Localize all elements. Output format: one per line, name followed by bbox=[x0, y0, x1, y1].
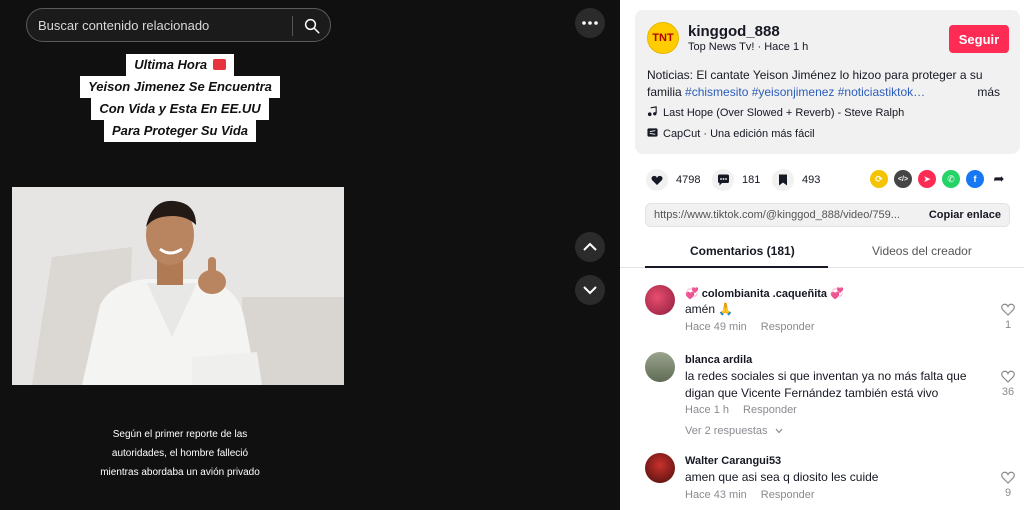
send-icon[interactable]: ➤ bbox=[918, 170, 936, 188]
repost-icon[interactable]: ⟳ bbox=[870, 170, 888, 188]
headline-line: Yeison Jimenez Se Encuentra bbox=[80, 76, 280, 98]
caption-line: Según el primer reporte de las bbox=[112, 429, 248, 440]
search-input[interactable]: Buscar contenido relacionado bbox=[38, 18, 209, 33]
comment-author[interactable]: Walter Carangui53 bbox=[685, 455, 781, 467]
reply-button[interactable]: Responder bbox=[761, 321, 815, 333]
comment-text: amén 🙏 bbox=[685, 302, 734, 316]
video-pane: Buscar contenido relacionado Ultima Hora… bbox=[0, 0, 620, 510]
heart-outline-icon bbox=[1001, 370, 1015, 383]
heart-outline-icon bbox=[1001, 471, 1015, 484]
headline-line: Para Proteger Su Vida bbox=[103, 120, 257, 142]
comment-like-button[interactable]: 36 bbox=[996, 370, 1020, 398]
bookmark-icon bbox=[772, 169, 794, 191]
details-panel: TNT kinggod_888 Top News Tv! · Hace 1 h … bbox=[620, 0, 1024, 510]
comment-time: Hace 1 h bbox=[685, 404, 730, 416]
heart-icon bbox=[646, 169, 668, 191]
breaking-news-icon bbox=[212, 59, 226, 70]
comment-like-button[interactable]: 9 bbox=[996, 471, 1020, 499]
chevron-down-icon bbox=[775, 428, 783, 434]
video-link-box: https://www.tiktok.com/@kinggod_888/vide… bbox=[645, 203, 1010, 227]
save-button[interactable]: 493 bbox=[772, 168, 820, 192]
music-title: Last Hope (Over Slowed + Reverb) - Steve… bbox=[663, 107, 905, 119]
comment-button[interactable]: 181 bbox=[712, 168, 760, 192]
chevron-down-icon bbox=[583, 286, 597, 295]
search-icon[interactable] bbox=[303, 17, 321, 35]
view-replies-label: Ver 2 respuestas bbox=[685, 425, 768, 437]
view-replies-button[interactable]: Ver 2 respuestas bbox=[685, 425, 783, 437]
headline-line: Ultima Hora bbox=[126, 54, 234, 76]
facebook-icon[interactable]: f bbox=[966, 170, 984, 188]
comment-meta: Hace 1 h Responder bbox=[685, 404, 811, 416]
ellipsis-icon bbox=[582, 21, 598, 25]
author-subtitle: Top News Tv! · Hace 1 h bbox=[688, 41, 809, 53]
reply-button[interactable]: Responder bbox=[761, 489, 815, 501]
hashtags[interactable]: #chismesito #yeisonjimenez #noticiastikt… bbox=[685, 85, 925, 99]
video-caption: Según el primer reporte de las autoridad… bbox=[80, 425, 280, 482]
comment-text: amen que asi sea q diosito les cuide bbox=[685, 470, 879, 484]
tab-comments[interactable]: Comentarios (181) bbox=[690, 244, 795, 258]
chevron-up-icon bbox=[583, 242, 597, 251]
video-player[interactable]: Ultima Hora Yeison Jimenez Se Encuentra … bbox=[0, 50, 360, 510]
comment-item: blanca ardila la redes sociales si que i… bbox=[645, 352, 1020, 442]
comment-meta: Hace 43 min Responder bbox=[685, 489, 829, 501]
caption-line: mientras abordaba un avión privado bbox=[100, 467, 260, 478]
copy-link-button[interactable]: Copiar enlace bbox=[929, 209, 1001, 221]
comment-item: 💞 colombianita .caqueñita 💞 amén 🙏 Hace … bbox=[645, 285, 1020, 340]
caption-line: autoridades, el hombre falleció bbox=[111, 448, 249, 459]
capcut-text: CapCut · Una edición más fácil bbox=[663, 128, 815, 140]
capcut-icon bbox=[647, 128, 658, 137]
more-options-button[interactable] bbox=[575, 8, 605, 38]
comment-time: Hace 43 min bbox=[685, 489, 747, 501]
music-link[interactable]: Last Hope (Over Slowed + Reverb) - Steve… bbox=[647, 106, 904, 119]
video-info-card: TNT kinggod_888 Top News Tv! · Hace 1 h … bbox=[635, 10, 1020, 154]
comment-item: Walter Carangui53 amen que asi sea q dio… bbox=[645, 453, 1020, 508]
search-box[interactable]: Buscar contenido relacionado bbox=[26, 8, 331, 42]
avatar[interactable] bbox=[645, 453, 675, 483]
comment-author[interactable]: 💞 colombianita .caqueñita 💞 bbox=[685, 287, 844, 300]
video-description: Noticias: El cantate Yeison Jiménez lo h… bbox=[647, 67, 1012, 101]
comment-count: 181 bbox=[742, 174, 761, 186]
more-link[interactable]: más bbox=[977, 84, 1000, 101]
previous-video-button[interactable] bbox=[575, 232, 605, 262]
comment-text: la redes sociales si que inventan ya no … bbox=[685, 369, 967, 400]
comment-author[interactable]: blanca ardila bbox=[685, 354, 752, 366]
avatar[interactable] bbox=[645, 352, 675, 382]
music-note-icon bbox=[647, 106, 657, 117]
capcut-link[interactable]: CapCut · Una edición más fácil bbox=[647, 127, 815, 140]
avatar[interactable] bbox=[645, 285, 675, 315]
author-avatar[interactable]: TNT bbox=[647, 22, 679, 54]
comment-like-count: 1 bbox=[1004, 319, 1012, 331]
video-photo bbox=[12, 187, 344, 385]
active-tab-indicator bbox=[645, 266, 828, 268]
tab-creator-videos[interactable]: Videos del creador bbox=[872, 244, 972, 258]
video-headline: Ultima Hora Yeison Jimenez Se Encuentra … bbox=[0, 54, 360, 142]
like-button[interactable]: 4798 bbox=[646, 168, 700, 192]
action-bar: 4798 181 493 ⟳ </> ➤ ✆ f ➦ bbox=[646, 168, 1016, 192]
comment-meta: Hace 49 min Responder bbox=[685, 321, 829, 333]
comment-like-count: 9 bbox=[1004, 487, 1012, 499]
comment-time: Hace 49 min bbox=[685, 321, 747, 333]
reply-button[interactable]: Responder bbox=[743, 404, 797, 416]
whatsapp-icon[interactable]: ✆ bbox=[942, 170, 960, 188]
save-count: 493 bbox=[802, 174, 821, 186]
comment-like-button[interactable]: 1 bbox=[996, 303, 1020, 331]
search-divider bbox=[292, 16, 293, 36]
share-arrow-icon[interactable]: ➦ bbox=[990, 170, 1008, 188]
like-count: 4798 bbox=[676, 174, 701, 186]
author-username[interactable]: kinggod_888 bbox=[688, 23, 780, 40]
person-photo bbox=[12, 187, 344, 385]
headline-line: Con Vida y Esta En EE.UU bbox=[91, 98, 269, 120]
embed-icon[interactable]: </> bbox=[894, 170, 912, 188]
comment-icon bbox=[712, 169, 734, 191]
follow-button[interactable]: Seguir bbox=[949, 25, 1009, 53]
next-video-button[interactable] bbox=[575, 275, 605, 305]
comment-like-count: 36 bbox=[1001, 386, 1015, 398]
heart-outline-icon bbox=[1001, 303, 1015, 316]
video-url[interactable]: https://www.tiktok.com/@kinggod_888/vide… bbox=[654, 209, 904, 221]
comment-tabs: Comentarios (181) Videos del creador bbox=[620, 240, 1024, 268]
